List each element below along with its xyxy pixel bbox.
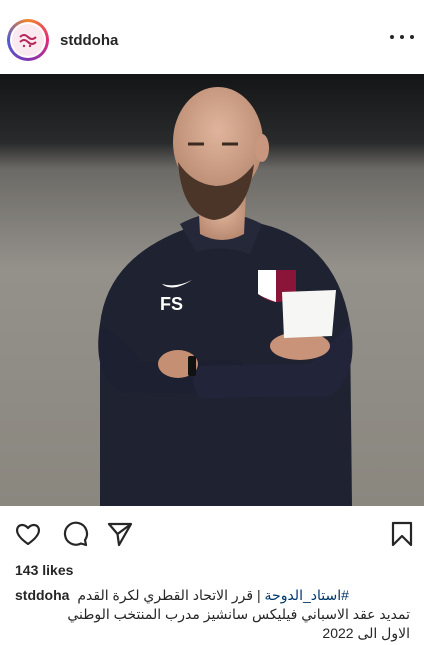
likes-count[interactable]: 143 likes bbox=[15, 562, 73, 578]
post-photo[interactable]: FS bbox=[0, 74, 424, 506]
post-username[interactable]: stddoha bbox=[60, 32, 118, 49]
profile-logo-icon bbox=[19, 34, 37, 48]
avatar-ring bbox=[10, 22, 46, 58]
caption-hashtag[interactable]: #استاد_الدوحة bbox=[265, 587, 349, 603]
post-actions bbox=[0, 506, 424, 556]
post-header: stddoha bbox=[0, 0, 424, 74]
bookmark-icon[interactable] bbox=[388, 520, 416, 548]
comment-icon[interactable] bbox=[61, 520, 89, 548]
post-caption: stddoha #استاد_الدوحة | قرر الاتحاد القط… bbox=[15, 586, 410, 643]
coach-photo-illustration: FS bbox=[0, 74, 424, 506]
caption-username[interactable]: stddoha bbox=[15, 587, 69, 603]
avatar-logo bbox=[12, 24, 44, 56]
caption-text-3: الاول الى 2022 bbox=[322, 625, 410, 641]
caption-line-1: stddoha #استاد_الدوحة | قرر الاتحاد القط… bbox=[15, 586, 410, 605]
caption-text-1: | قرر الاتحاد القطري لكرة القدم bbox=[77, 587, 265, 603]
more-icon[interactable] bbox=[390, 29, 414, 45]
heart-icon[interactable] bbox=[14, 520, 42, 548]
avatar[interactable] bbox=[7, 19, 49, 61]
share-icon[interactable] bbox=[106, 520, 134, 548]
caption-text-2: تمديد عقد الاسباني فيليكس سانشيز مدرب ال… bbox=[67, 606, 410, 622]
jacket-initials: FS bbox=[160, 294, 183, 314]
